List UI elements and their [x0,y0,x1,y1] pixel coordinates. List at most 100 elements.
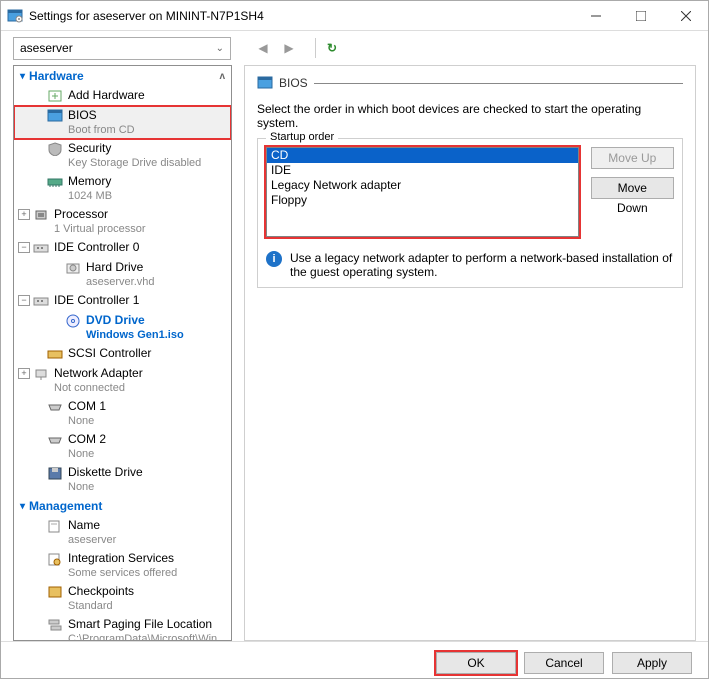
move-up-button[interactable]: Move Up [591,147,674,169]
tree-section-management[interactable]: ▾ Management [14,496,231,516]
close-button[interactable] [663,1,708,30]
window-title: Settings for aseserver on MININT-N7P1SH4 [29,9,573,23]
dialog-footer: OK Cancel Apply [1,641,708,684]
tree-item-label: COM 2 [68,432,106,447]
tree-item-sub: None [68,414,106,428]
refresh-button[interactable]: ↻ [322,38,342,58]
tree-item-memory[interactable]: Memory1024 MB [14,172,231,205]
tree-item-label: Security [68,141,201,156]
nav-back-button[interactable]: ◀ [253,38,273,58]
shield-icon [46,141,64,157]
controller-icon [32,240,50,256]
tree-item-label: IDE Controller 0 [54,240,139,255]
bios-icon [46,108,64,124]
tree-item-label: DVD Drive [86,313,184,328]
tree-item-ide0[interactable]: − IDE Controller 0 [14,238,231,258]
integration-icon [46,551,64,567]
tree-item-com1[interactable]: COM 1None [14,397,231,430]
expand-icon[interactable]: + [18,368,30,379]
tree-item-label: Name [68,518,116,533]
tree-item-label: Hard Drive [86,260,154,275]
network-icon [32,366,50,382]
separator [315,38,316,58]
settings-tree[interactable]: ▾ Hardware ʌ Add Hardware BIOSBoot from … [13,65,232,641]
tree-item-sub: Some services offered [68,566,177,580]
tree-item-diskette[interactable]: Diskette DriveNone [14,463,231,496]
minimize-button[interactable] [573,1,618,30]
dvd-icon [64,313,82,329]
startup-order-listbox[interactable]: CD IDE Legacy Network adapter Floppy [266,147,579,237]
ok-button[interactable]: OK [436,652,516,674]
com-port-icon [46,399,64,415]
group-label: Startup order [266,131,338,143]
tree-item-label: IDE Controller 1 [54,293,139,308]
chevron-up-icon: ʌ [219,71,225,82]
tree-item-name[interactable]: Nameaseserver [14,516,231,549]
tree-item-integration[interactable]: Integration ServicesSome services offere… [14,549,231,582]
diskette-icon [46,465,64,481]
add-hardware-icon [46,88,64,104]
tree-item-label: SCSI Controller [68,346,151,361]
list-item[interactable]: Legacy Network adapter [267,178,578,193]
tree-item-sub: None [68,447,106,461]
expand-icon[interactable]: + [18,209,30,220]
tree-item-label: Processor [54,207,146,222]
list-item[interactable]: Floppy [267,193,578,208]
maximize-button[interactable] [618,1,663,30]
tree-item-processor[interactable]: + Processor1 Virtual processor [14,205,231,238]
chevron-down-icon: ⌄ [216,43,224,54]
memory-icon [46,174,64,190]
tree-item-add-hardware[interactable]: Add Hardware [14,86,231,106]
tree-item-paging[interactable]: Smart Paging File LocationC:\ProgramData… [14,615,231,641]
tree-item-dvd-drive[interactable]: DVD DriveWindows Gen1.iso [14,311,231,344]
checkpoints-icon [46,584,64,600]
controller-icon [32,293,50,309]
tree-item-bios[interactable]: BIOSBoot from CD [14,106,231,139]
list-item[interactable]: CD [267,148,578,163]
tree-item-sub: aseserver [68,533,116,547]
collapse-icon[interactable]: − [18,295,30,306]
tree-item-hard-drive[interactable]: Hard Driveaseserver.vhd [14,258,231,291]
tree-item-label: Network Adapter [54,366,143,381]
info-icon: i [266,251,282,267]
paging-icon [46,617,64,633]
tree-item-sub: C:\ProgramData\Microsoft\Win... [68,632,226,641]
tree-section-hardware[interactable]: ▾ Hardware ʌ [14,66,231,86]
collapse-icon: ▾ [20,71,25,82]
list-item[interactable]: IDE [267,163,578,178]
titlebar: Settings for aseserver on MININT-N7P1SH4 [1,1,708,31]
tree-item-sub: None [68,480,143,494]
tree-item-sub: Key Storage Drive disabled [68,156,201,170]
apply-button[interactable]: Apply [612,652,692,674]
tree-item-sub: aseserver.vhd [86,275,154,289]
tree-item-sub: Not connected [54,381,143,395]
name-icon [46,518,64,534]
scsi-icon [46,346,64,362]
tree-item-checkpoints[interactable]: CheckpointsStandard [14,582,231,615]
settings-icon [7,8,23,24]
tree-item-sub: 1 Virtual processor [54,222,146,236]
vm-selector[interactable]: aseserver ⌄ [13,37,231,60]
nav-forward-button[interactable]: ▶ [279,38,299,58]
move-down-button[interactable]: Move Down [591,177,674,199]
tree-item-com2[interactable]: COM 2None [14,430,231,463]
tree-item-network[interactable]: + Network AdapterNot connected [14,364,231,397]
startup-order-group: Startup order CD IDE Legacy Network adap… [257,138,683,288]
tree-item-label: Smart Paging File Location [68,617,226,632]
tree-item-label: Integration Services [68,551,177,566]
panel-title: BIOS [279,76,308,90]
bios-icon [257,76,273,90]
tree-item-scsi[interactable]: SCSI Controller [14,344,231,364]
separator [314,83,683,84]
collapse-icon: ▾ [20,501,25,512]
tree-item-label: Checkpoints [68,584,134,599]
hard-drive-icon [64,260,82,276]
collapse-icon[interactable]: − [18,242,30,253]
tree-item-security[interactable]: SecurityKey Storage Drive disabled [14,139,231,172]
info-text: Use a legacy network adapter to perform … [290,251,674,279]
processor-icon [32,207,50,223]
tree-item-label: BIOS [68,108,135,123]
cancel-button[interactable]: Cancel [524,652,604,674]
tree-item-ide1[interactable]: − IDE Controller 1 [14,291,231,311]
tree-item-sub: Boot from CD [68,123,135,137]
